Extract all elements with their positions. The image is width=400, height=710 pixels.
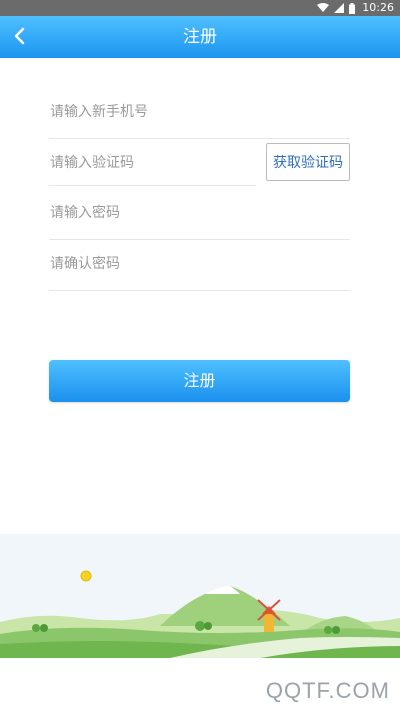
watermark: QQTF.COM: [265, 678, 390, 703]
landscape-illustration: [0, 534, 400, 658]
status-icons: 10:26: [317, 0, 394, 16]
get-code-button[interactable]: 获取验证码: [266, 143, 350, 181]
password-input[interactable]: [49, 189, 352, 237]
confirm-password-row: [49, 240, 352, 291]
phone-row: [49, 88, 352, 139]
signal-icon: [334, 3, 345, 13]
sun-icon: [80, 570, 92, 582]
phone-input[interactable]: [49, 88, 352, 136]
status-bar: 10:26: [0, 0, 400, 16]
confirm-password-input[interactable]: [49, 240, 352, 288]
page-title: 注册: [183, 27, 217, 47]
verification-code-input[interactable]: [49, 141, 256, 186]
wifi-icon: [317, 3, 330, 12]
status-time: 10:26: [362, 1, 394, 14]
register-button[interactable]: 注册: [49, 360, 350, 402]
nav-bar: 注册: [0, 16, 400, 58]
password-row: [49, 189, 352, 240]
battery-icon: [349, 2, 356, 14]
register-form: 获取验证码: [49, 88, 352, 291]
code-row: 获取验证码: [49, 139, 350, 189]
